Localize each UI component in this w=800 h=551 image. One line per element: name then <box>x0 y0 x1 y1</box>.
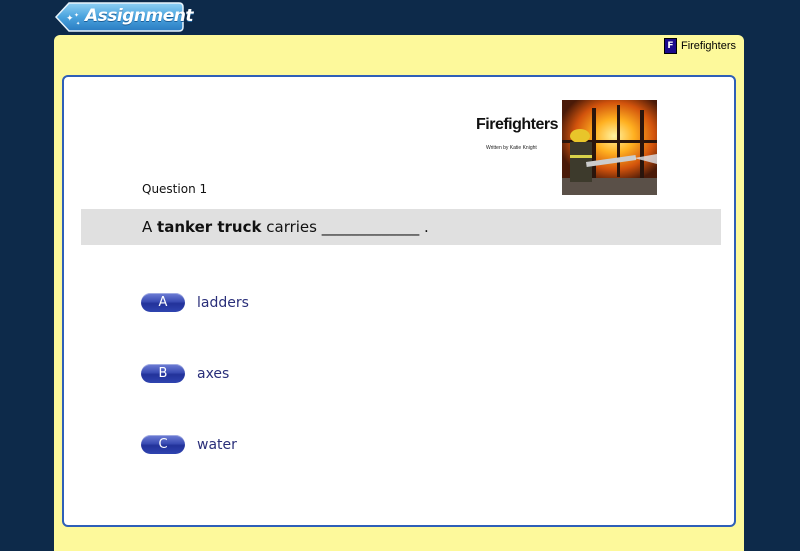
answer-text[interactable]: axes <box>197 366 229 382</box>
answer-letter-button[interactable]: A <box>141 293 185 312</box>
book-badge-icon: F <box>663 38 677 54</box>
question-text: A tanker truck carries _____________ . <box>142 218 429 236</box>
book-tag: F Firefighters <box>663 38 736 54</box>
book-name: Firefighters <box>680 40 736 52</box>
answer-text[interactable]: water <box>197 437 237 453</box>
question-prefix: A <box>142 218 158 236</box>
answer-option-a[interactable]: A ladders <box>141 293 249 312</box>
book-cover: Firefighters Written by Katie Knight <box>472 100 657 195</box>
answer-text[interactable]: ladders <box>197 295 249 311</box>
answer-letter-button[interactable]: B <box>141 364 185 383</box>
question-suffix: carries _____________ . <box>261 218 429 236</box>
question-bar: A tanker truck carries _____________ . <box>81 209 721 245</box>
question-number: Question 1 <box>142 182 208 196</box>
assignment-panel: F Firefighters Firefighters Written by K… <box>54 35 744 551</box>
sparkle-icon: ✦ <box>76 21 81 27</box>
cover-title: Firefighters <box>476 116 559 133</box>
answer-option-c[interactable]: C water <box>141 435 237 454</box>
answer-option-b[interactable]: B axes <box>141 364 229 383</box>
question-card: Firefighters Written by Katie Knight Que… <box>62 75 736 527</box>
sparkle-icon: ✦ <box>66 14 74 24</box>
firefighter-photo <box>562 100 657 195</box>
sparkle-icon: ✦ <box>74 12 80 19</box>
assignment-label: Assignment <box>85 6 193 26</box>
question-bold-term: tanker truck <box>157 218 262 236</box>
answer-letter-button[interactable]: C <box>141 435 185 454</box>
cover-author: Written by Katie Knight <box>486 145 537 151</box>
assignment-back-button[interactable]: ✦ ✦ ✦ Assignment <box>55 2 193 32</box>
